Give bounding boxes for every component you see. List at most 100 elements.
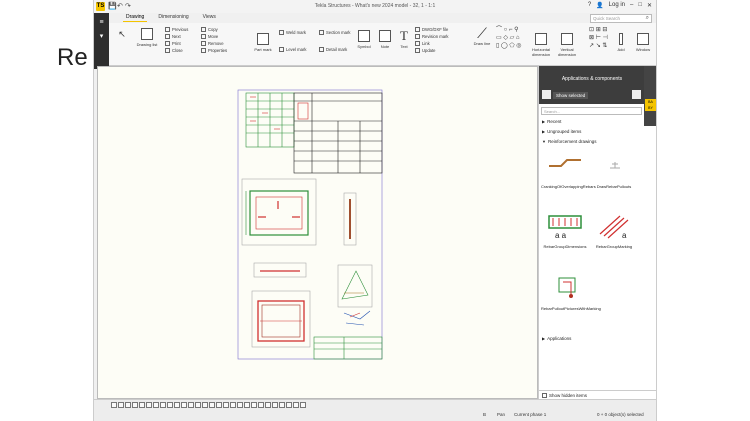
dwg-dxf-button[interactable]: DWG/DXF file [415,26,449,33]
snap-tool-25[interactable] [279,402,285,408]
close-button[interactable]: ✕ [647,2,652,9]
menu-icon[interactable]: ≡ [94,19,109,26]
remove-button[interactable]: Remove [201,40,227,47]
drawing-list-button[interactable]: Drawing list [134,28,160,47]
properties-button[interactable]: Properties [201,47,227,54]
status-key: B [483,412,487,417]
pullouts-thumbnail [610,162,620,169]
revision-mark-button[interactable]: Revision mark [415,33,449,40]
shape-tools-row-2[interactable]: ▭ ◇ ▱ ⌂ [496,34,521,42]
snap-tool-14[interactable] [202,402,208,408]
snap-tool-4[interactable] [132,402,138,408]
show-hidden-items-checkbox[interactable]: Show hidden items [539,390,656,399]
tab-views[interactable]: Views [200,14,219,22]
horizontal-dimension-button[interactable]: Horizontal dimension [529,33,553,57]
snap-tool-28[interactable] [300,402,306,408]
copy-button[interactable]: Copy [201,26,227,33]
snap-tool-20[interactable] [244,402,250,408]
minimize-button[interactable]: – [630,2,633,9]
quick-search-input[interactable]: Quick Search ⌕ [590,14,652,23]
component-draw-rebar-pullouts[interactable]: DrawRebarPullouts [591,152,637,189]
show-selected-toggle[interactable]: Show selected [553,92,589,99]
link-button[interactable]: Link [415,40,449,47]
print-button[interactable]: Print [165,40,188,47]
snap-tool-27[interactable] [293,402,299,408]
snap-tool-12[interactable] [188,402,194,408]
move-button[interactable]: Move [201,33,227,40]
previous-button[interactable]: Previous [165,26,188,33]
snap-tool-21[interactable] [251,402,257,408]
snap-tool-26[interactable] [286,402,292,408]
section-ungrouped[interactable]: ▶ Ungrouped items [542,129,581,134]
add-icon [619,33,623,45]
status-phase: Current phase 1 [514,412,547,417]
update-button[interactable]: Update [415,47,449,54]
symbol-button[interactable]: Symbol [354,30,374,49]
snap-tool-23[interactable] [265,402,271,408]
select-arrow-icon[interactable]: ↖ [116,29,128,43]
weld-mark-button[interactable]: Weld mark [279,29,306,36]
text-button[interactable]: T Text [396,29,412,49]
applications-tab-icon[interactable]: BA BY [645,99,656,111]
login-link[interactable]: Log in [609,2,625,9]
close-drawing-button[interactable]: Close [165,47,188,54]
grid-view-icon[interactable] [542,90,551,99]
note-button[interactable]: Note [377,30,393,49]
snap-tool-11[interactable] [181,402,187,408]
drawing-canvas[interactable] [97,66,538,399]
help-icon[interactable]: ? [588,2,591,9]
panel-search-input[interactable]: Search... [541,107,642,115]
dimension-tools-row-2[interactable]: ⊠ ⊢ ⊣ [589,34,608,42]
snap-tool-7[interactable] [153,402,159,408]
status-selection: 0 + 0 object(s) selected [597,412,644,417]
snap-tool-15[interactable] [209,402,215,408]
part-mark-button[interactable]: Part mark [251,33,275,52]
user-icon[interactable]: 👤 [596,2,603,9]
snap-tool-8[interactable] [160,402,166,408]
shape-tools-row-3[interactable]: ▯ ◯ ⬠ ◎ [496,42,521,50]
edit-group: Copy Move Remove Properties [201,26,227,54]
level-mark-button[interactable]: Level mark [279,46,306,53]
navigation-group: Previous Next Print Close [165,26,188,54]
component-rebar-pullout-pictures[interactable]: RebarPulloutPicturesWithMarking [541,274,601,311]
snap-tool-13[interactable] [195,402,201,408]
window-title: Tekla Structures - What's new 2024 model… [314,3,436,9]
snap-tool-2[interactable] [118,402,124,408]
window-button[interactable]: Window [633,33,653,52]
snap-tool-9[interactable] [167,402,173,408]
snap-tool-1[interactable] [111,402,117,408]
drawing-list-label: Drawing list [136,42,158,47]
component-rebar-group-marking[interactable]: a RebarGroupMarking [591,212,637,249]
section-reinforcement-drawings[interactable]: ▼ Reinforcement drawings [542,139,597,144]
section-recent[interactable]: ▶ Recent [542,119,561,124]
dimension-tools-row-1[interactable]: ⊡ ⊞ ⊟ [589,26,608,34]
detail-mark-button[interactable]: Detail mark [319,46,350,53]
snap-tool-5[interactable] [139,402,145,408]
snap-tool-22[interactable] [258,402,264,408]
snap-tool-18[interactable] [230,402,236,408]
snap-tool-16[interactable] [216,402,222,408]
section-mark-button[interactable]: Section mark [319,29,350,36]
add-button[interactable]: Add [615,33,627,52]
line-icon: ⟋ [477,25,487,41]
component-rebar-group-dimensions[interactable]: a a RebarGroupDimensions [541,212,589,249]
snap-tool-10[interactable] [174,402,180,408]
snap-tool-6[interactable] [146,402,152,408]
ribbon-tabs: Drawing Dimensioning Views [123,14,219,22]
snap-tool-3[interactable] [125,402,131,408]
draw-line-button[interactable]: ⟋ Draw line [469,25,495,46]
snap-tool-19[interactable] [237,402,243,408]
dimension-tools-row-3[interactable]: ↗ ↘ ⇅ [589,42,608,50]
snap-tool-24[interactable] [272,402,278,408]
tab-drawing[interactable]: Drawing [123,14,148,22]
chevron-down-icon[interactable]: ▾ [94,32,109,40]
next-button[interactable]: Next [165,33,188,40]
pin-icon[interactable] [632,90,641,99]
tab-dimensioning[interactable]: Dimensioning [155,14,191,22]
maximize-button[interactable]: □ [638,2,642,9]
component-cranking[interactable]: CrankingOfOverlappingRebars [541,152,596,189]
vertical-dimension-button[interactable]: Vertical dimension [556,33,578,57]
snap-tool-17[interactable] [223,402,229,408]
section-applications[interactable]: ▶ Applications [542,336,571,341]
shape-tools-row-1[interactable]: ⌒ ○ ⌐ ⚲ [496,26,521,34]
